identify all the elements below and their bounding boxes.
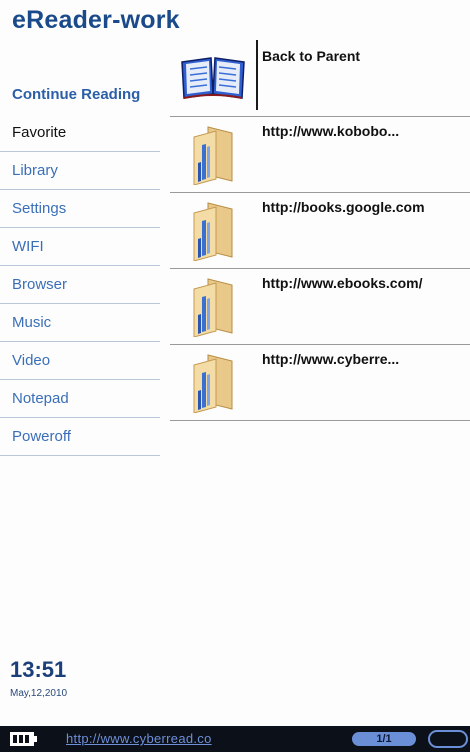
- sidebar-item-wifi[interactable]: WIFI: [0, 228, 160, 266]
- open-book-icon: [181, 57, 245, 99]
- battery-icon: [10, 732, 37, 746]
- sidebar-menu: Continue Reading Favorite Library Settin…: [0, 76, 160, 456]
- clock-time: 13:51: [10, 657, 67, 682]
- clock-date: May,12,2010: [10, 688, 68, 699]
- sidebar-item-continue-reading[interactable]: Continue Reading: [0, 76, 160, 114]
- parent-divider: [256, 40, 258, 110]
- page-indicator: 1/1: [352, 732, 416, 746]
- folder-icon: [193, 126, 233, 185]
- sidebar-item-library[interactable]: Library: [0, 152, 160, 190]
- bookmark-list: Back to Parent http://www.kobobo... http…: [170, 38, 470, 421]
- list-item[interactable]: http://www.kobobo...: [170, 117, 470, 193]
- list-item[interactable]: http://www.ebooks.com/: [170, 269, 470, 345]
- status-url-link[interactable]: http://www.cyberread.co: [66, 731, 212, 746]
- sidebar-item-poweroff[interactable]: Poweroff: [0, 418, 160, 456]
- sidebar-item-music[interactable]: Music: [0, 304, 160, 342]
- bookmark-url: http://www.ebooks.com/: [262, 275, 423, 291]
- ereader-screen: eReader-work Continue Reading Favorite L…: [0, 0, 470, 752]
- status-bar: http://www.cyberread.co 1/1: [0, 726, 470, 752]
- list-item[interactable]: http://books.google.com: [170, 193, 470, 269]
- sidebar-item-favorite[interactable]: Favorite: [0, 114, 160, 152]
- page-scroll-knob[interactable]: [428, 730, 468, 748]
- bookmark-url: http://www.kobobo...: [262, 123, 400, 139]
- folder-icon: [193, 202, 233, 261]
- sidebar-item-notepad[interactable]: Notepad: [0, 380, 160, 418]
- folder-icon: [193, 354, 233, 413]
- sidebar-item-video[interactable]: Video: [0, 342, 160, 380]
- sidebar-item-settings[interactable]: Settings: [0, 190, 160, 228]
- list-item[interactable]: http://www.cyberre...: [170, 345, 470, 421]
- bookmark-url: http://www.cyberre...: [262, 351, 400, 367]
- back-to-parent-label: Back to Parent: [262, 48, 361, 64]
- back-to-parent-row[interactable]: Back to Parent: [170, 38, 470, 117]
- folder-icon: [193, 278, 233, 337]
- app-title: eReader-work: [12, 6, 180, 34]
- sidebar-item-browser[interactable]: Browser: [0, 266, 160, 304]
- bookmark-url: http://books.google.com: [262, 199, 425, 215]
